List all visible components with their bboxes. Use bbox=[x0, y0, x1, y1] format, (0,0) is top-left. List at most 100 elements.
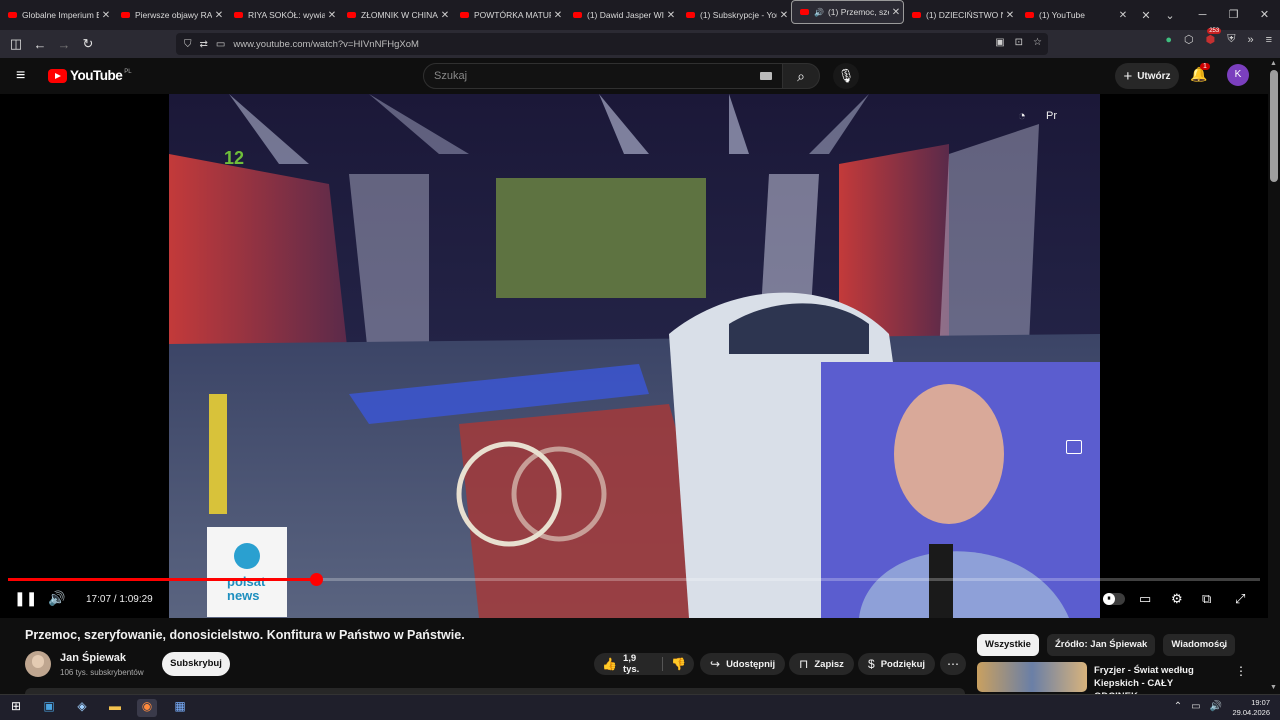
autoplay-toggle[interactable]: ⏸ bbox=[1103, 593, 1125, 605]
calculator-icon[interactable]: ▦ bbox=[170, 699, 190, 717]
scroll-thumb[interactable] bbox=[1270, 70, 1278, 182]
voice-search-button[interactable]: 🎙 bbox=[833, 63, 859, 89]
recommendation-more-icon[interactable]: ⋮ bbox=[1235, 664, 1247, 678]
subtitles-icon[interactable]: ▭ bbox=[1139, 591, 1151, 607]
system-clock[interactable]: 19:07 29.04.2026 bbox=[1232, 698, 1270, 718]
page-info-icon[interactable]: ▭ bbox=[216, 39, 225, 50]
browser-nav-bar: ◫ ← → ↻ ⛉ ⇄ ▭ www.youtube.com/watch?v=HI… bbox=[0, 28, 1280, 58]
like-count[interactable]: 1,9 tys. bbox=[623, 653, 654, 675]
shield-extension-icon[interactable]: ⛨ bbox=[1227, 33, 1235, 46]
scroll-down-icon[interactable]: ▼ bbox=[1270, 684, 1277, 691]
search-button[interactable]: ⌕ bbox=[782, 63, 820, 89]
menu-icon[interactable]: ≡ bbox=[1266, 34, 1272, 46]
share-button[interactable]: ↪ Udostępnij bbox=[700, 653, 786, 675]
speaker-icon[interactable]: 🔊 bbox=[1210, 701, 1222, 712]
search-input[interactable]: Szukaj bbox=[423, 63, 783, 89]
account-avatar[interactable]: K bbox=[1227, 64, 1249, 86]
tray-overflow-icon[interactable]: ⌃ bbox=[1174, 701, 1182, 712]
bookmark-star-icon[interactable]: ☆ bbox=[1033, 37, 1042, 48]
channel-name[interactable]: Jan Śpiewak bbox=[60, 652, 126, 664]
video-player[interactable]: 12 polsat news ◔ Pr bbox=[0, 94, 1268, 618]
browser-tab[interactable]: RIYA SOKÓŁ: wywiad ✕ bbox=[226, 0, 339, 30]
keyboard-icon[interactable] bbox=[760, 72, 772, 80]
screenshot-icon[interactable]: ⊡ bbox=[1015, 37, 1023, 48]
youtube-favicon-icon bbox=[573, 12, 582, 18]
like-icon[interactable]: 👍 bbox=[602, 657, 617, 671]
permissions-icon[interactable]: ⇄ bbox=[200, 39, 208, 50]
reader-view-icon[interactable]: ▣ bbox=[995, 37, 1004, 48]
monitor-app-icon[interactable]: ▣ bbox=[39, 699, 59, 717]
close-tab-icon[interactable]: ✕ bbox=[1003, 10, 1017, 21]
address-bar[interactable]: ⛉ ⇄ ▭ www.youtube.com/watch?v=HIVnNFHgXo… bbox=[176, 33, 1048, 55]
browser-tab[interactable]: ZŁOMNIK W CHINACH✕ bbox=[339, 0, 452, 30]
close-tab-icon[interactable]: ✕ bbox=[325, 10, 339, 21]
browser-tab[interactable]: (1) Dawid Jasper WIZ ✕ bbox=[565, 0, 678, 30]
pause-icon[interactable]: ❚❚ bbox=[14, 590, 37, 607]
shield-icon[interactable]: ⛉ bbox=[184, 39, 192, 50]
dislike-icon[interactable]: 👎 bbox=[671, 657, 686, 671]
close-tab-icon[interactable]: ✕ bbox=[438, 10, 452, 21]
tab-title: ZŁOMNIK W CHINACH bbox=[361, 10, 438, 20]
create-label: Utwórz bbox=[1137, 70, 1171, 82]
recommendation-thumbnail[interactable] bbox=[977, 662, 1087, 692]
steam-icon[interactable]: ◈ bbox=[72, 699, 92, 717]
start-icon[interactable]: ⊞ bbox=[6, 699, 26, 717]
thanks-button[interactable]: $ Podziękuj bbox=[858, 653, 936, 675]
vpn-extension-icon[interactable]: ● bbox=[1165, 34, 1172, 46]
youtube-logo[interactable]: YouTube PL bbox=[48, 68, 132, 83]
ublock-icon[interactable]: ⬢ 253 bbox=[1206, 28, 1222, 46]
restore-icon[interactable]: ❐ bbox=[1218, 0, 1249, 30]
miniplayer-icon[interactable]: ⧉ bbox=[1202, 591, 1211, 607]
chips-next-icon[interactable]: › bbox=[1222, 639, 1226, 653]
sidebar-toggle-icon[interactable]: ◫ bbox=[4, 36, 28, 52]
close-tab-icon[interactable]: ✕ bbox=[551, 10, 565, 21]
volume-icon[interactable]: 🔊 bbox=[48, 590, 65, 607]
save-button[interactable]: ⊓ Zapisz bbox=[789, 653, 854, 675]
tab-list-dropdown-icon[interactable]: ⌄ bbox=[1158, 9, 1182, 22]
create-button[interactable]: + Utwórz bbox=[1115, 63, 1179, 89]
network-icon[interactable]: ▭ bbox=[1191, 701, 1200, 712]
forward-icon[interactable]: → bbox=[52, 37, 76, 52]
close-tab-icon[interactable]: ✕ bbox=[1116, 10, 1130, 21]
more-actions-button[interactable]: ⋯ bbox=[940, 653, 966, 675]
browser-tab[interactable]: 🔊 (1) Przemoc, szer ✕ bbox=[791, 0, 904, 24]
extensions-icon[interactable]: ⬡ bbox=[1184, 33, 1194, 46]
video-frame[interactable]: 12 polsat news bbox=[169, 94, 1100, 618]
new-tab-icon[interactable]: ✕ bbox=[1134, 9, 1158, 22]
filter-chip[interactable]: Źródło: Jan Śpiewak bbox=[1046, 634, 1156, 656]
progress-bar[interactable] bbox=[8, 573, 1260, 586]
subscribe-button[interactable]: Subskrybuj bbox=[162, 652, 230, 676]
guide-menu-icon[interactable]: ≡ bbox=[16, 67, 25, 85]
tab-audio-icon[interactable]: 🔊 bbox=[814, 8, 824, 17]
scroll-up-icon[interactable]: ▲ bbox=[1270, 60, 1277, 67]
settings-icon[interactable]: ⚙ bbox=[1171, 591, 1183, 607]
page-scrollbar[interactable]: ▲ ▼ bbox=[1268, 58, 1280, 698]
fullscreen-icon[interactable]: ⤢ bbox=[1235, 591, 1245, 607]
notifications-button[interactable]: 🔔 1 bbox=[1190, 63, 1210, 83]
overflow-chevron-icon[interactable]: » bbox=[1247, 34, 1253, 46]
close-window-icon[interactable]: ✕ bbox=[1249, 0, 1280, 30]
youtube-favicon-icon bbox=[8, 12, 17, 18]
tab-title: (1) Przemoc, szer bbox=[827, 7, 889, 17]
picture-in-picture-icon[interactable] bbox=[1066, 440, 1082, 454]
reload-icon[interactable]: ↻ bbox=[76, 36, 100, 52]
bookmark-icon: ⊓ bbox=[799, 657, 809, 671]
minimize-icon[interactable]: ─ bbox=[1187, 0, 1218, 30]
browser-tab[interactable]: (1) Subskrypcje - You ✕ bbox=[678, 0, 791, 30]
close-tab-icon[interactable]: ✕ bbox=[99, 10, 113, 21]
close-tab-icon[interactable]: ✕ bbox=[889, 7, 903, 18]
browser-tab[interactable]: Pierwsze objawy RAK ✕ bbox=[113, 0, 226, 30]
channel-avatar[interactable] bbox=[25, 651, 51, 677]
filter-chip[interactable]: Wszystkie bbox=[977, 634, 1039, 656]
tab-title: POWTÓRKA MATURA bbox=[474, 10, 551, 20]
close-tab-icon[interactable]: ✕ bbox=[212, 10, 226, 21]
back-icon[interactable]: ← bbox=[28, 37, 52, 52]
firefox-icon[interactable]: ◉ bbox=[137, 699, 157, 717]
close-tab-icon[interactable]: ✕ bbox=[664, 10, 678, 21]
browser-tab[interactable]: (1) YouTube ✕ bbox=[1017, 0, 1130, 30]
browser-tab[interactable]: (1) DZIECIŃSTWO NA✕ bbox=[904, 0, 1017, 30]
browser-tab[interactable]: POWTÓRKA MATURA✕ bbox=[452, 0, 565, 30]
file-explorer-icon[interactable]: ▬ bbox=[105, 699, 125, 717]
close-tab-icon[interactable]: ✕ bbox=[777, 10, 791, 21]
browser-tab[interactable]: Globalne Imperium B ✕ bbox=[0, 0, 113, 30]
